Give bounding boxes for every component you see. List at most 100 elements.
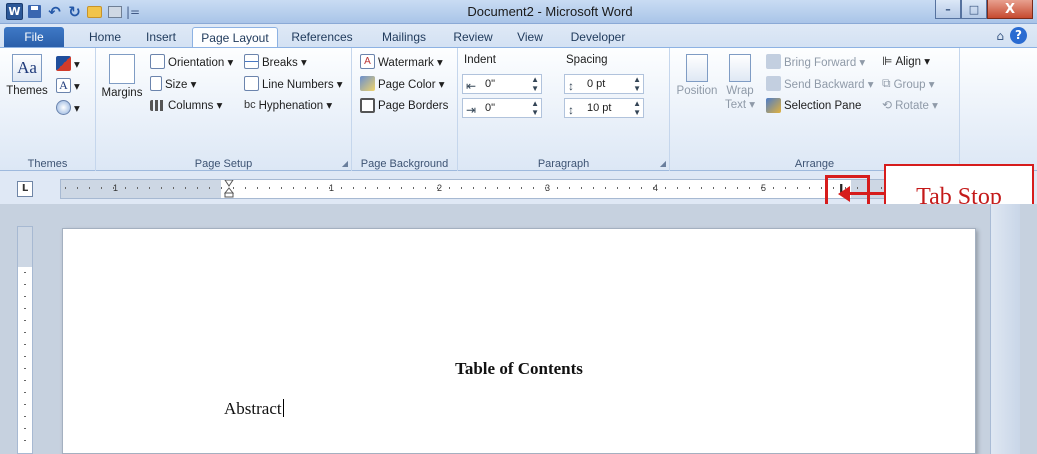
wrap-text-button[interactable]: Wrap Text ▾ <box>720 54 760 111</box>
page-color-label: Page Color ▾ <box>378 78 445 91</box>
ruler-number: 1 <box>329 183 335 193</box>
themes-icon: Aa <box>12 54 42 82</box>
document-line: Abstract <box>224 399 284 419</box>
tab-page-layout[interactable]: Page Layout <box>192 27 278 48</box>
group-label-page-setup: Page Setup <box>194 158 253 170</box>
group-label-page-background: Page Background <box>360 158 449 170</box>
maximize-button[interactable]: □ <box>961 0 987 19</box>
title-bar: W ↶ ↻ |= Document2 - Microsoft Word – □ … <box>0 0 1037 24</box>
indent-right-arrows[interactable]: ▲ ▼ <box>531 99 539 117</box>
orientation-button[interactable]: Orientation ▾ <box>150 54 233 69</box>
rotate-button[interactable]: ⟲ Rotate ▾ <box>882 98 938 112</box>
undo-icon[interactable]: ↶ <box>46 3 63 21</box>
hyphenation-button[interactable]: bc Hyphenation ▾ <box>244 98 332 112</box>
tab-selector-button[interactable]: L <box>17 181 33 197</box>
size-icon <box>150 76 162 91</box>
save-icon[interactable] <box>26 3 43 20</box>
theme-colors-button[interactable]: ▾ <box>56 56 80 71</box>
send-backward-label: Send Backward ▾ <box>784 78 874 91</box>
indent-left-spinner[interactable]: ⇤ 0" ▲ ▼ <box>462 74 542 94</box>
breaks-button[interactable]: Breaks ▾ <box>244 54 307 69</box>
theme-colors-icon <box>56 56 71 71</box>
tab-references[interactable]: References <box>282 27 362 48</box>
tab-view[interactable]: View <box>508 27 552 48</box>
document-page[interactable]: Table of Contents Abstract <box>62 228 976 454</box>
vertical-ruler-ticks <box>24 272 26 452</box>
align-icon: ⊫ <box>882 54 893 68</box>
indent-label: Indent <box>464 54 496 66</box>
watermark-button[interactable]: A Watermark ▾ <box>360 54 443 69</box>
tab-home[interactable]: Home <box>80 27 130 48</box>
open-folder-icon[interactable] <box>86 3 103 20</box>
tab-review[interactable]: Review <box>446 27 500 48</box>
help-icon[interactable]: ? <box>1010 27 1027 44</box>
page-color-icon <box>360 76 375 91</box>
page-setup-launcher-icon[interactable]: ◢ <box>342 159 348 168</box>
document-area: Table of Contents Abstract <box>0 204 1037 454</box>
tab-file[interactable]: File <box>4 27 64 48</box>
ruler-number: 1 <box>113 183 119 193</box>
group-label-themes: Themes <box>27 158 68 170</box>
group-button[interactable]: ⧉ Group ▾ <box>882 76 935 91</box>
bring-forward-button[interactable]: Bring Forward ▾ <box>766 54 865 69</box>
spacing-before-spinner[interactable]: ↕ 0 pt ▲ ▼ <box>564 74 644 94</box>
text-cursor <box>282 399 284 417</box>
ruler-number: 5 <box>761 183 767 193</box>
selection-pane-label: Selection Pane <box>784 99 862 112</box>
tab-mailings[interactable]: Mailings <box>372 27 436 48</box>
theme-effects-button[interactable]: ▾ <box>56 100 80 115</box>
quick-access-toolbar: W ↶ ↻ |= <box>6 3 140 21</box>
hyphenation-label: Hyphenation ▾ <box>258 100 333 112</box>
vertical-ruler[interactable] <box>17 226 33 454</box>
minimize-button[interactable]: – <box>935 0 961 19</box>
align-button[interactable]: ⊫ Align ▾ <box>882 54 930 68</box>
document-heading: Table of Contents <box>455 359 583 378</box>
ribbon-tabs: File Home Insert Page Layout References … <box>0 24 1037 48</box>
themes-button[interactable]: Aa Themes <box>4 54 50 97</box>
page-color-button[interactable]: Page Color ▾ <box>360 76 445 91</box>
spacing-before-value: 0 pt <box>587 78 606 90</box>
indent-marker-icon[interactable] <box>224 180 234 198</box>
page-borders-label: Page Borders <box>378 99 449 112</box>
ruler-number: 3 <box>545 183 551 193</box>
selection-pane-button[interactable]: Selection Pane <box>766 98 861 113</box>
print-preview-icon[interactable] <box>106 3 123 20</box>
ruler-area: L 1 1 2 3 4 5 L <box>0 171 1037 204</box>
page-borders-button[interactable]: Page Borders <box>360 98 448 113</box>
word-app-icon[interactable]: W <box>6 3 23 20</box>
tab-developer[interactable]: Developer <box>560 27 636 48</box>
paragraph-launcher-icon[interactable]: ◢ <box>660 159 666 168</box>
group-paragraph: Indent ⇤ 0" ▲ ▼ ⇥ 0" ▲ ▼ Spacing ↕ 0 pt ▲ ▼… <box>458 48 670 172</box>
columns-label: Columns ▾ <box>168 100 223 112</box>
indent-right-value: 0" <box>485 102 496 114</box>
indent-left-arrows[interactable]: ▲ ▼ <box>531 75 539 93</box>
indent-right-spinner[interactable]: ⇥ 0" ▲ ▼ <box>462 98 542 118</box>
close-button[interactable]: X <box>987 0 1033 19</box>
wrap-text-label: Wrap Text ▾ <box>724 85 756 111</box>
size-button[interactable]: Size ▾ <box>150 76 196 91</box>
ruler-number: 2 <box>437 183 443 193</box>
minimize-ribbon-icon[interactable]: ⌂ <box>996 29 1004 43</box>
vertical-scrollbar[interactable] <box>990 204 1020 454</box>
redo-icon[interactable]: ↻ <box>66 3 83 21</box>
themes-label: Themes <box>6 85 48 97</box>
spacing-before-arrows[interactable]: ▲ ▼ <box>633 75 641 93</box>
watermark-label: Watermark ▾ <box>378 56 443 69</box>
line-numbers-button[interactable]: Line Numbers ▾ <box>244 76 343 91</box>
margins-button[interactable]: Margins <box>100 54 144 99</box>
columns-button[interactable]: Columns ▾ <box>150 98 222 112</box>
spacing-after-spinner[interactable]: ↕ 10 pt ▲ ▼ <box>564 98 644 118</box>
group-themes: Aa Themes ▾ A ▾ ▾ Themes <box>0 48 96 172</box>
columns-icon <box>150 99 165 111</box>
customize-qat-button[interactable]: |= <box>126 5 140 19</box>
abstract-text: Abstract <box>224 399 282 418</box>
send-backward-button[interactable]: Send Backward ▾ <box>766 76 874 91</box>
ruler-left-margin <box>61 180 221 198</box>
group-icon: ⧉ <box>882 76 891 90</box>
spacing-after-arrows[interactable]: ▲ ▼ <box>633 99 641 117</box>
orientation-icon <box>150 54 165 69</box>
tab-insert[interactable]: Insert <box>136 27 186 48</box>
theme-fonts-button[interactable]: A ▾ <box>56 78 80 93</box>
position-button[interactable]: Position <box>674 54 720 97</box>
ribbon: Aa Themes ▾ A ▾ ▾ Themes Margins Orientat… <box>0 47 1037 172</box>
